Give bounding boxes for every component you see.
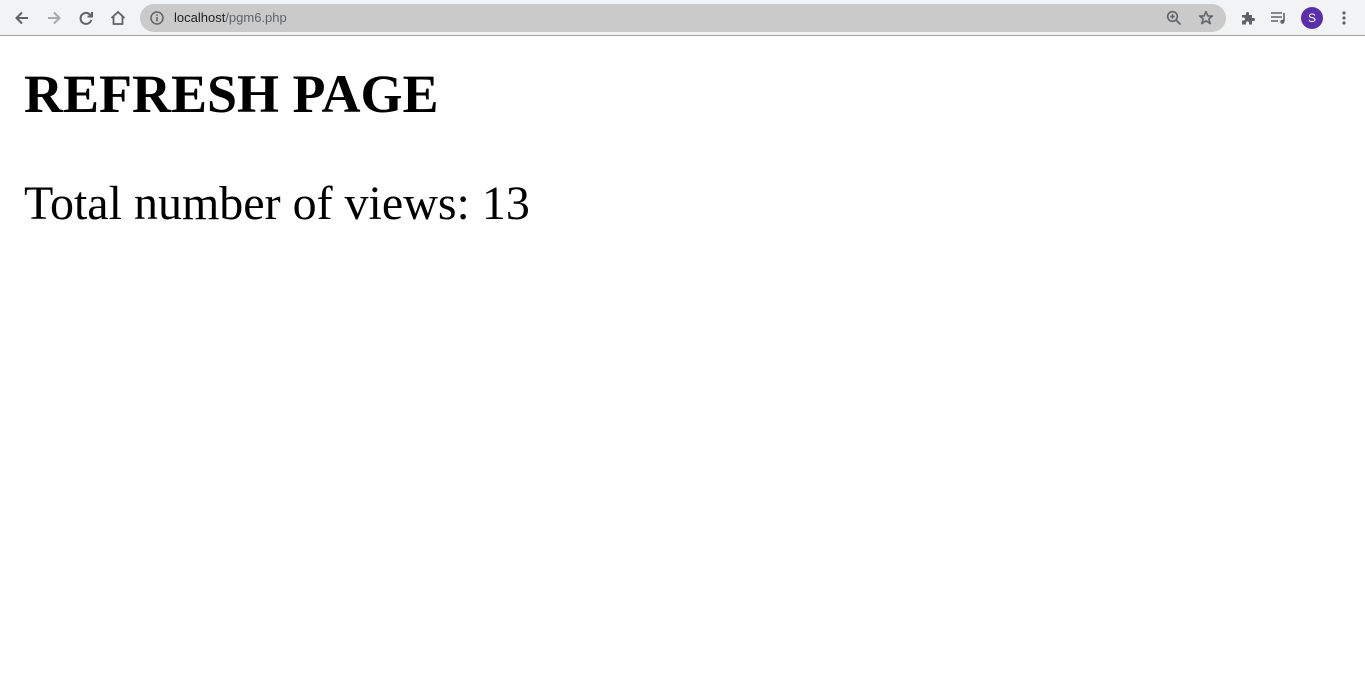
url-host: localhost: [174, 10, 226, 25]
zoom-in-icon[interactable]: [1166, 10, 1182, 26]
menu-button[interactable]: [1331, 5, 1357, 31]
puzzle-icon: [1242, 12, 1255, 25]
views-label: Total number of views:: [24, 177, 482, 230]
view-counter: Total number of views: 13: [24, 176, 1365, 232]
forward-button[interactable]: [41, 5, 67, 31]
reload-icon: [79, 11, 93, 25]
reload-button[interactable]: [73, 5, 99, 31]
url-text[interactable]: localhost/pgm6.php: [174, 10, 287, 26]
address-bar[interactable]: localhost/pgm6.php: [140, 4, 1226, 32]
browser-toolbar: localhost/pgm6.php S: [0, 0, 1365, 36]
info-icon[interactable]: [150, 11, 164, 25]
page-title: REFRESH PAGE: [24, 64, 439, 124]
home-icon: [110, 10, 126, 25]
back-button[interactable]: [9, 5, 35, 31]
views-count: 13: [481, 177, 530, 230]
playlist-icon: [1271, 12, 1285, 24]
star-icon[interactable]: [1198, 10, 1214, 26]
arrow-right-icon: [48, 11, 61, 25]
extensions-button[interactable]: [1235, 5, 1261, 31]
page-content: REFRESH PAGE Total number of views: 13: [24, 37, 1365, 232]
profile-avatar[interactable]: S: [1301, 7, 1323, 29]
url-path: /pgm6.php: [225, 10, 287, 25]
arrow-left-icon: [15, 11, 28, 25]
media-controls-button[interactable]: [1266, 5, 1292, 31]
kebab-menu-icon: [1342, 11, 1346, 25]
home-button[interactable]: [105, 5, 131, 31]
